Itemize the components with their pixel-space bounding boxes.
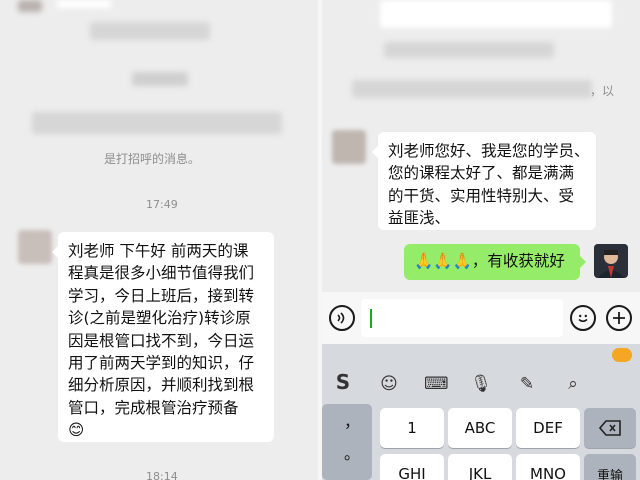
message-line: 因是根管口找不到，今日运 (68, 331, 255, 350)
text-caret (370, 309, 372, 328)
message-line: 益匪浅、 (388, 209, 451, 228)
message-bubble-left[interactable]: 刘老师您好、我是您的学员、 您的课程太好了、都是满满 的干货、实用性特别大、受 … (372, 132, 596, 230)
period-key[interactable]: 。 (344, 440, 360, 464)
my-avatar[interactable] (594, 244, 628, 278)
message-line: 刘老师 下午好 前两天的课 (68, 242, 249, 260)
reply-text: ，有收获就好 (471, 252, 565, 270)
voice-toggle-button[interactable] (329, 305, 355, 331)
ime-keyboard: S ☺ ⌨ 🎙 ✎ ⌕ ， 。 1 ABC DEF GHI JKL MNO 重输 (322, 344, 640, 480)
message-line: 刘老师您好、我是您的学员、 (388, 142, 590, 160)
timestamp-1814: 18:14 (146, 470, 178, 480)
partial-system-text: ，以 (590, 84, 615, 98)
backspace-icon (599, 420, 621, 436)
mic-icon[interactable]: 🎙 (470, 374, 492, 394)
pen-icon[interactable]: ✎ (516, 374, 538, 394)
message-bubble-left[interactable]: 刘老师 下午好 前两天的课 程真是很多小细节值得我们 学习，今日上班后，接到转 … (52, 232, 274, 442)
message-line: 细分析原因，并顺利找到根 (68, 376, 255, 395)
avatar-portrait-icon (594, 244, 628, 278)
blurred-bubble-top (56, 0, 112, 8)
voice-icon (337, 312, 345, 324)
blurred-line-1 (384, 42, 554, 58)
system-message-greeting: 是打招呼的消息。 (104, 152, 201, 166)
sender-avatar[interactable] (332, 130, 366, 164)
emoji-icon[interactable]: ☺ (378, 374, 400, 394)
message-line: 您的课程太好了、都是满满 (388, 164, 575, 183)
smile-emoji-icon: 😊 (68, 421, 85, 440)
message-bubble-reply[interactable]: 🙏🙏🙏，有收获就好 (404, 244, 586, 280)
blurred-time-1 (132, 72, 188, 86)
keyboard-icon[interactable]: ⌨ (424, 374, 449, 394)
key-abc[interactable]: ABC (448, 408, 512, 448)
key-mno[interactable]: MNO (516, 454, 580, 480)
message-input[interactable] (361, 299, 563, 337)
blurred-system-line-2 (32, 112, 282, 134)
plus-icon (613, 312, 625, 324)
sender-avatar[interactable] (18, 230, 52, 264)
message-line: 学习，今日上班后，接到转 (68, 286, 255, 305)
message-line: 用了前两天学到的知识，仔 (68, 354, 255, 373)
message-line: 的干货、实用性特别大、受 (388, 186, 575, 205)
key-ghi[interactable]: GHI (380, 454, 444, 480)
more-button[interactable] (606, 305, 632, 331)
message-line: 诊(之前是塑化治疗)转诊原 (68, 309, 251, 328)
left-chat-screen: 是打招呼的消息。 17:49 刘老师 下午好 前两天的课 程真是很多小细节值得我… (0, 0, 318, 480)
blurred-line-2 (352, 80, 592, 98)
blurred-system-line-1 (90, 22, 210, 40)
comma-key[interactable]: ， (344, 408, 360, 432)
emoji-button[interactable] (570, 305, 596, 331)
blurred-avatar-top (18, 0, 42, 12)
message-line: 管口，完成根管治疗预备 (68, 398, 239, 417)
input-bar (322, 292, 640, 344)
key-1[interactable]: 1 (380, 408, 444, 448)
blurred-bubble-top (380, 0, 612, 28)
backspace-key[interactable] (584, 408, 636, 448)
timestamp-1749: 17:49 (146, 198, 178, 211)
pray-emoji-icon: 🙏🙏🙏 (414, 252, 472, 270)
symbol-column[interactable]: ， 。 (322, 404, 372, 480)
right-chat-screen: ，以 刘老师您好、我是您的学员、 您的课程太好了、都是满满 的干货、实用性特别大… (322, 0, 640, 480)
key-def[interactable]: DEF (516, 408, 580, 448)
key-jkl[interactable]: JKL (448, 454, 512, 480)
keyboard-mascot-icon (612, 348, 632, 362)
reenter-key[interactable]: 重输 (584, 454, 636, 480)
smile-icon (578, 314, 588, 322)
search-icon[interactable]: ⌕ (562, 374, 584, 394)
sogou-logo[interactable]: S (332, 370, 354, 394)
message-line: 程真是很多小细节值得我们 (68, 264, 255, 283)
